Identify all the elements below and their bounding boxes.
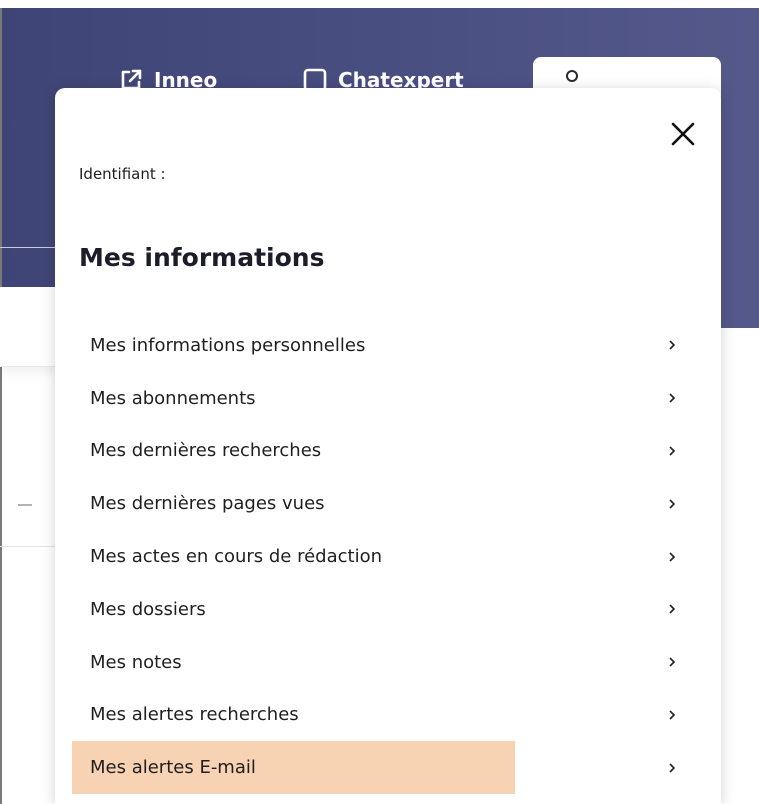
menu-item-label: Mes actes en cours de rédaction: [90, 546, 383, 568]
header-divider: [0, 247, 60, 248]
page: Inneo Chatexpert Identifiant : Mes infor…: [0, 0, 759, 804]
menu-item-label: Mes dossiers: [90, 598, 206, 620]
chevron-right-icon: [669, 604, 676, 614]
menu-item-dernieres-recherches[interactable]: Mes dernières recherches: [72, 425, 702, 478]
background-dash: [18, 504, 32, 506]
menu-item-informations-personnelles[interactable]: Mes informations personnelles: [72, 319, 702, 372]
chevron-right-icon: [669, 657, 676, 667]
background-divider: [0, 546, 60, 547]
close-button[interactable]: [667, 118, 699, 150]
menu-item-label: Mes alertes E-mail: [90, 757, 256, 779]
chevron-right-icon: [669, 710, 676, 720]
menu-item-alertes-email[interactable]: Mes alertes E-mail: [72, 741, 702, 794]
user-icon: [566, 70, 578, 82]
account-menu-list: Mes informations personnelles Mes abonne…: [72, 319, 702, 794]
menu-item-alertes-recherches[interactable]: Mes alertes recherches: [72, 689, 702, 742]
chevron-right-icon: [669, 446, 676, 456]
menu-item-actes-en-cours[interactable]: Mes actes en cours de rédaction: [72, 530, 702, 583]
chevron-right-icon: [669, 499, 676, 509]
chevron-right-icon: [669, 763, 676, 773]
account-menu-panel: Identifiant : Mes informations Mes infor…: [55, 88, 721, 804]
menu-item-label: Mes dernières pages vues: [90, 493, 325, 515]
menu-item-notes[interactable]: Mes notes: [72, 636, 702, 689]
close-icon: [671, 122, 695, 146]
chevron-right-icon: [669, 340, 676, 350]
background-toolbar: [0, 287, 60, 367]
menu-item-dernieres-pages-vues[interactable]: Mes dernières pages vues: [72, 477, 702, 530]
chevron-right-icon: [669, 393, 676, 403]
identifiant-label: Identifiant :: [79, 165, 166, 183]
menu-item-label: Mes informations personnelles: [90, 334, 366, 356]
menu-item-label: Mes notes: [90, 651, 182, 673]
chevron-right-icon: [669, 552, 676, 562]
menu-item-label: Mes abonnements: [90, 387, 256, 409]
section-title: Mes informations: [79, 243, 325, 272]
menu-item-abonnements[interactable]: Mes abonnements: [72, 372, 702, 425]
menu-item-label: Mes alertes recherches: [90, 704, 299, 726]
menu-item-dossiers[interactable]: Mes dossiers: [72, 583, 702, 636]
window-border: [0, 8, 2, 804]
menu-item-label: Mes dernières recherches: [90, 440, 322, 462]
